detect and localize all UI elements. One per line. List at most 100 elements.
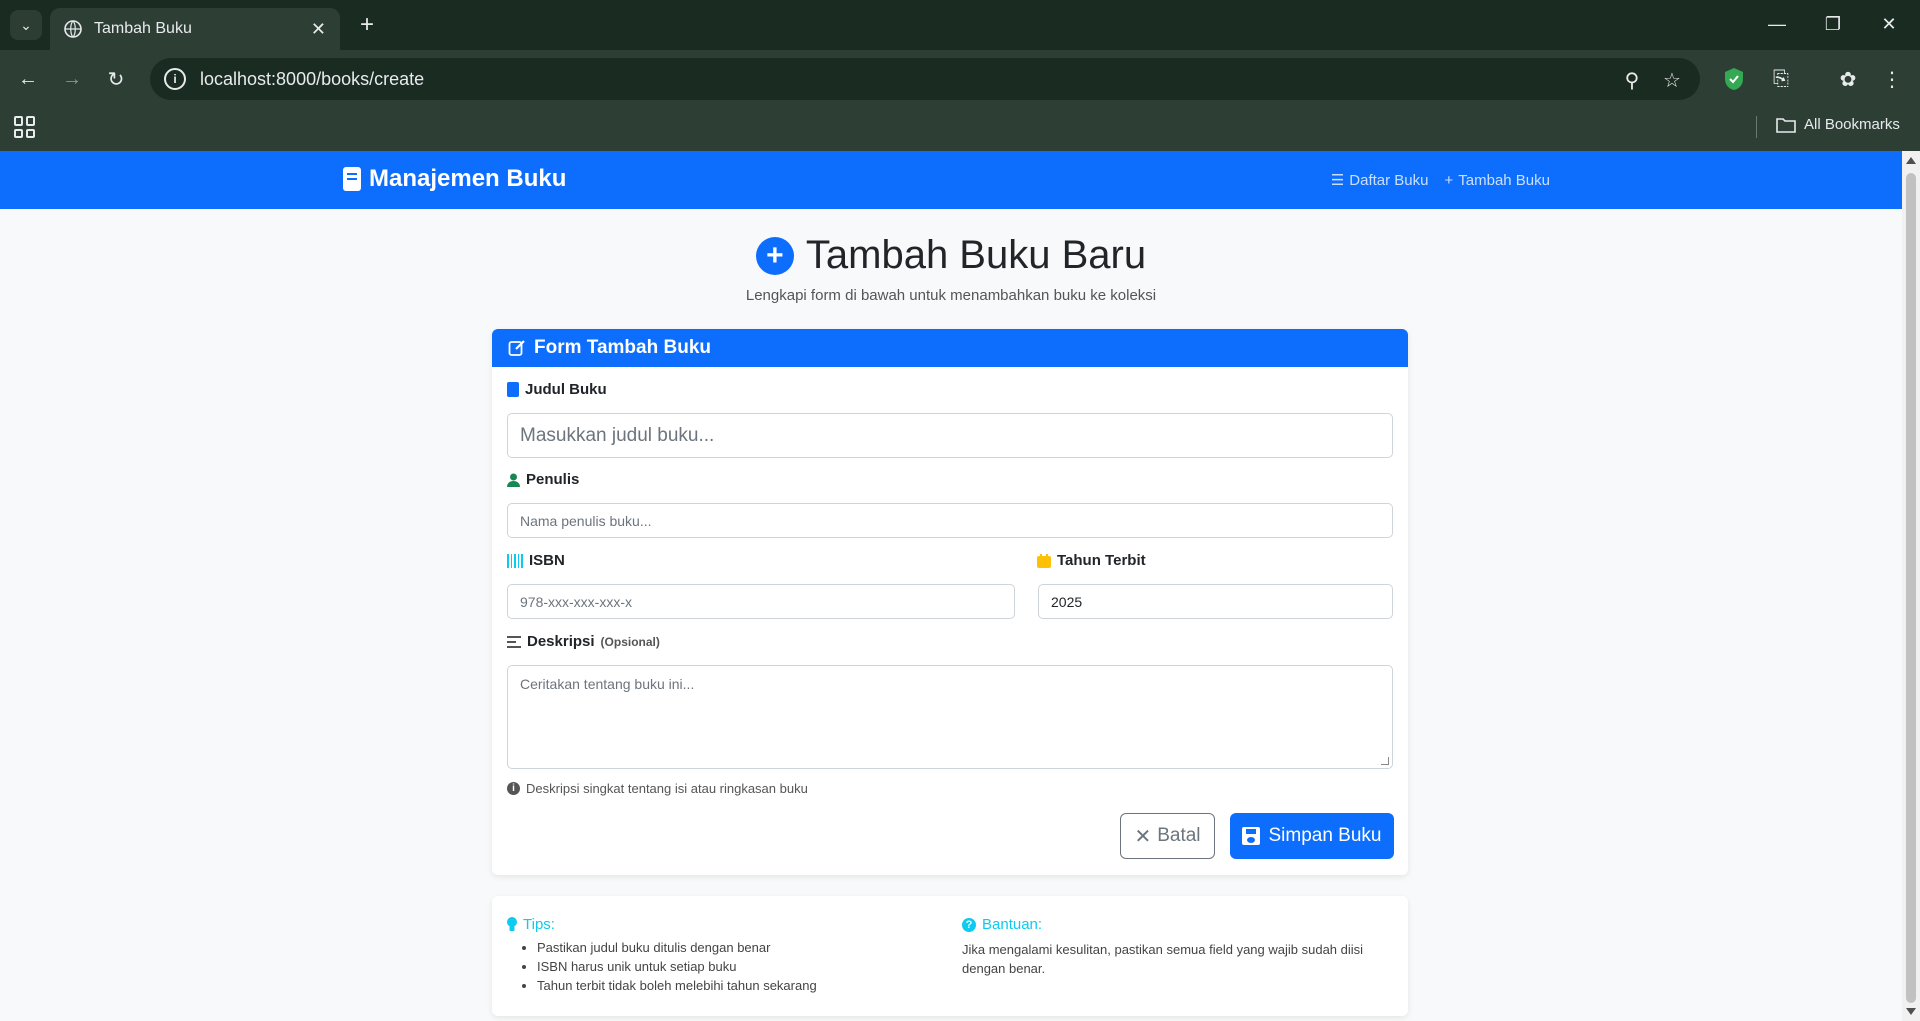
page-title: + Tambah Buku Baru bbox=[0, 233, 1902, 278]
isbn-input[interactable]: 978-xxx-xxx-xxx-x bbox=[507, 584, 1015, 619]
browser-toolbar: ← → ↻ i localhost:8000/books/create ⚲ ☆ … bbox=[0, 50, 1920, 108]
apps-grid-icon[interactable] bbox=[14, 116, 36, 138]
browser-tabstrip: ⌄ Tambah Buku ✕ + — ❐ ✕ bbox=[0, 0, 1920, 50]
close-icon[interactable]: ✕ bbox=[311, 19, 326, 40]
star-icon[interactable]: ☆ bbox=[1660, 68, 1684, 92]
nav-link-tambah-buku[interactable]: + Tambah Buku bbox=[1445, 171, 1551, 189]
barcode-icon bbox=[507, 553, 523, 568]
help-heading: ? Bantuan: bbox=[962, 916, 1042, 933]
tab-search-button[interactable]: ⌄ bbox=[10, 10, 42, 40]
new-tab-button[interactable]: + bbox=[352, 10, 382, 40]
scroll-up-arrow[interactable] bbox=[1906, 157, 1916, 164]
year-value: 2025 bbox=[1051, 593, 1083, 610]
close-icon: ✕ bbox=[1134, 825, 1152, 848]
author-input[interactable]: Nama penulis buku... bbox=[507, 503, 1393, 538]
all-bookmarks-button[interactable]: All Bookmarks bbox=[1776, 116, 1900, 133]
title-input[interactable]: Masukkan judul buku... bbox=[507, 413, 1393, 458]
folder-icon bbox=[1776, 117, 1796, 133]
isbn-label: ISBN bbox=[507, 552, 565, 569]
reload-icon: ↻ bbox=[107, 68, 125, 91]
browser-tab[interactable]: Tambah Buku ✕ bbox=[50, 8, 340, 50]
form-card-title: Form Tambah Buku bbox=[534, 337, 711, 358]
scrollbar-thumb[interactable] bbox=[1906, 173, 1916, 1003]
author-placeholder: Nama penulis buku... bbox=[520, 512, 652, 529]
user-icon bbox=[507, 473, 520, 487]
info-icon: i bbox=[507, 782, 520, 795]
chevron-down-icon: ⌄ bbox=[20, 16, 32, 33]
year-label: Tahun Terbit bbox=[1037, 552, 1146, 569]
shield-extension-icon[interactable] bbox=[1718, 63, 1750, 95]
nav-link-label: Daftar Buku bbox=[1349, 171, 1429, 189]
list-icon: ☰ bbox=[1330, 172, 1345, 189]
description-help-text: Deskripsi singkat tentang isi atau ringk… bbox=[526, 781, 808, 796]
menu-dots-icon[interactable]: ⋮ bbox=[1876, 63, 1908, 95]
close-window-button[interactable]: ✕ bbox=[1866, 8, 1912, 40]
arrow-right-icon: → bbox=[62, 67, 82, 90]
address-bar[interactable]: i localhost:8000/books/create ⚲ ☆ bbox=[150, 58, 1700, 100]
plus-circle-icon: + bbox=[755, 236, 794, 275]
scroll-down-arrow[interactable] bbox=[1906, 1008, 1916, 1015]
align-left-icon bbox=[507, 635, 521, 648]
nav-link-label: Tambah Buku bbox=[1458, 171, 1550, 189]
bookmarks-bar: All Bookmarks bbox=[0, 108, 1920, 151]
cancel-label: Batal bbox=[1157, 825, 1201, 846]
page-title-text: Tambah Buku Baru bbox=[805, 233, 1147, 277]
arrow-left-icon: ← bbox=[18, 67, 38, 90]
isbn-placeholder: 978-xxx-xxx-xxx-x bbox=[520, 593, 633, 610]
title-label: Judul Buku bbox=[507, 381, 607, 398]
description-placeholder: Ceritakan tentang buku ini... bbox=[520, 676, 695, 692]
back-button[interactable]: ← bbox=[12, 63, 44, 95]
minimize-button[interactable]: — bbox=[1754, 8, 1800, 40]
year-label-text: Tahun Terbit bbox=[1057, 552, 1146, 569]
page-scrollbar[interactable] bbox=[1902, 151, 1920, 1021]
url-text: localhost:8000/books/create bbox=[200, 68, 425, 89]
list-item: ISBN harus unik untuk setiap buku bbox=[537, 959, 817, 975]
tips-card: Tips: Pastikan judul buku ditulis dengan… bbox=[492, 896, 1408, 1016]
form-card-header: Form Tambah Buku bbox=[492, 329, 1408, 367]
bookmarks-divider bbox=[1756, 116, 1757, 138]
resize-handle[interactable] bbox=[1381, 757, 1389, 765]
description-label: Deskripsi (Opsional) bbox=[507, 633, 660, 650]
save-icon bbox=[1242, 827, 1261, 845]
edit-icon bbox=[508, 340, 525, 356]
description-help: i Deskripsi singkat tentang isi atau rin… bbox=[507, 781, 808, 796]
site-info-icon[interactable]: i bbox=[164, 68, 186, 90]
save-label: Simpan Buku bbox=[1268, 825, 1382, 846]
restore-button[interactable]: ❐ bbox=[1810, 8, 1856, 40]
globe-icon bbox=[64, 20, 82, 38]
tips-heading-text: Tips: bbox=[523, 916, 555, 933]
list-item: Pastikan judul buku ditulis dengan benar bbox=[537, 940, 817, 956]
brand-label: Manajemen Buku bbox=[369, 165, 567, 192]
question-circle-icon: ? bbox=[962, 917, 976, 932]
page-subtitle: Lengkapi form di bawah untuk menambahkan… bbox=[745, 287, 1157, 304]
title-label-text: Judul Buku bbox=[525, 381, 607, 398]
puzzle-icon[interactable]: ⎘ bbox=[1765, 63, 1797, 95]
isbn-label-text: ISBN bbox=[529, 552, 565, 569]
save-button[interactable]: Simpan Buku bbox=[1230, 813, 1394, 859]
tips-list: Pastikan judul buku ditulis dengan benar… bbox=[537, 940, 817, 997]
year-input[interactable]: 2025 bbox=[1038, 584, 1393, 619]
help-text: Jika mengalami kesulitan, pastikan semua… bbox=[962, 942, 1364, 976]
zoom-icon[interactable]: ⚲ bbox=[1620, 68, 1644, 92]
app-navbar: Manajemen Buku ☰ Daftar Buku + Tambah Bu… bbox=[0, 151, 1902, 209]
nav-link-daftar-buku[interactable]: ☰ Daftar Buku bbox=[1330, 171, 1429, 190]
author-label-text: Penulis bbox=[526, 471, 580, 488]
book-icon bbox=[343, 167, 361, 191]
help-heading-text: Bantuan: bbox=[982, 916, 1043, 933]
form-card: Form Tambah Buku Judul Buku Masukkan jud… bbox=[492, 329, 1408, 875]
calendar-icon bbox=[1037, 553, 1051, 568]
reload-button[interactable]: ↻ bbox=[100, 63, 132, 95]
description-label-text: Deskripsi bbox=[527, 633, 595, 650]
all-bookmarks-label: All Bookmarks bbox=[1804, 116, 1900, 133]
profile-icon[interactable]: ✿ bbox=[1832, 63, 1864, 95]
forward-button[interactable]: → bbox=[56, 63, 88, 95]
book-icon bbox=[507, 382, 519, 397]
tab-title: Tambah Buku bbox=[94, 20, 192, 37]
cancel-button[interactable]: ✕ Batal bbox=[1120, 813, 1215, 859]
list-item: Tahun terbit tidak boleh melebihi tahun … bbox=[537, 978, 817, 994]
description-textarea[interactable]: Ceritakan tentang buku ini... bbox=[507, 665, 1393, 769]
plus-icon: + bbox=[1444, 171, 1454, 189]
brand-link[interactable]: Manajemen Buku bbox=[343, 165, 566, 193]
page-viewport: Manajemen Buku ☰ Daftar Buku + Tambah Bu… bbox=[0, 151, 1902, 1021]
optional-tag: (Opsional) bbox=[600, 634, 660, 649]
